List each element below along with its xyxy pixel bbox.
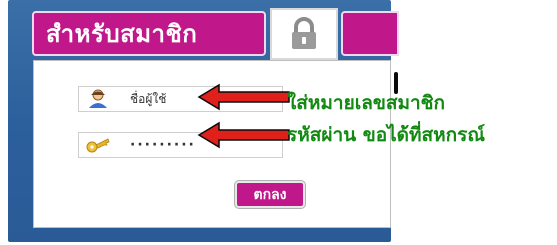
ok-button-label: ตกลง: [253, 186, 287, 203]
password-mask: ·········: [130, 137, 196, 153]
password-hint: รหัสผ่าน ขอได้ที่สหกรณ์: [287, 124, 486, 146]
username-placeholder: ชื่อผู้ใช้: [130, 91, 167, 106]
arrow-left-icon: [197, 83, 290, 111]
member-tab-label: สำหรับสมาชิก: [46, 20, 198, 48]
lock-icon: [292, 17, 316, 49]
key-icon: [84, 134, 112, 156]
member-tab[interactable]: สำหรับสมาชิก: [32, 11, 266, 56]
lock-badge: [270, 8, 338, 60]
ok-button[interactable]: ตกลง: [235, 181, 305, 208]
arrow-left-icon: [197, 121, 290, 149]
user-icon: [84, 88, 112, 110]
secondary-tab[interactable]: [341, 11, 399, 56]
username-hint: ใส่หมายเลขสมาชิก: [287, 92, 446, 114]
